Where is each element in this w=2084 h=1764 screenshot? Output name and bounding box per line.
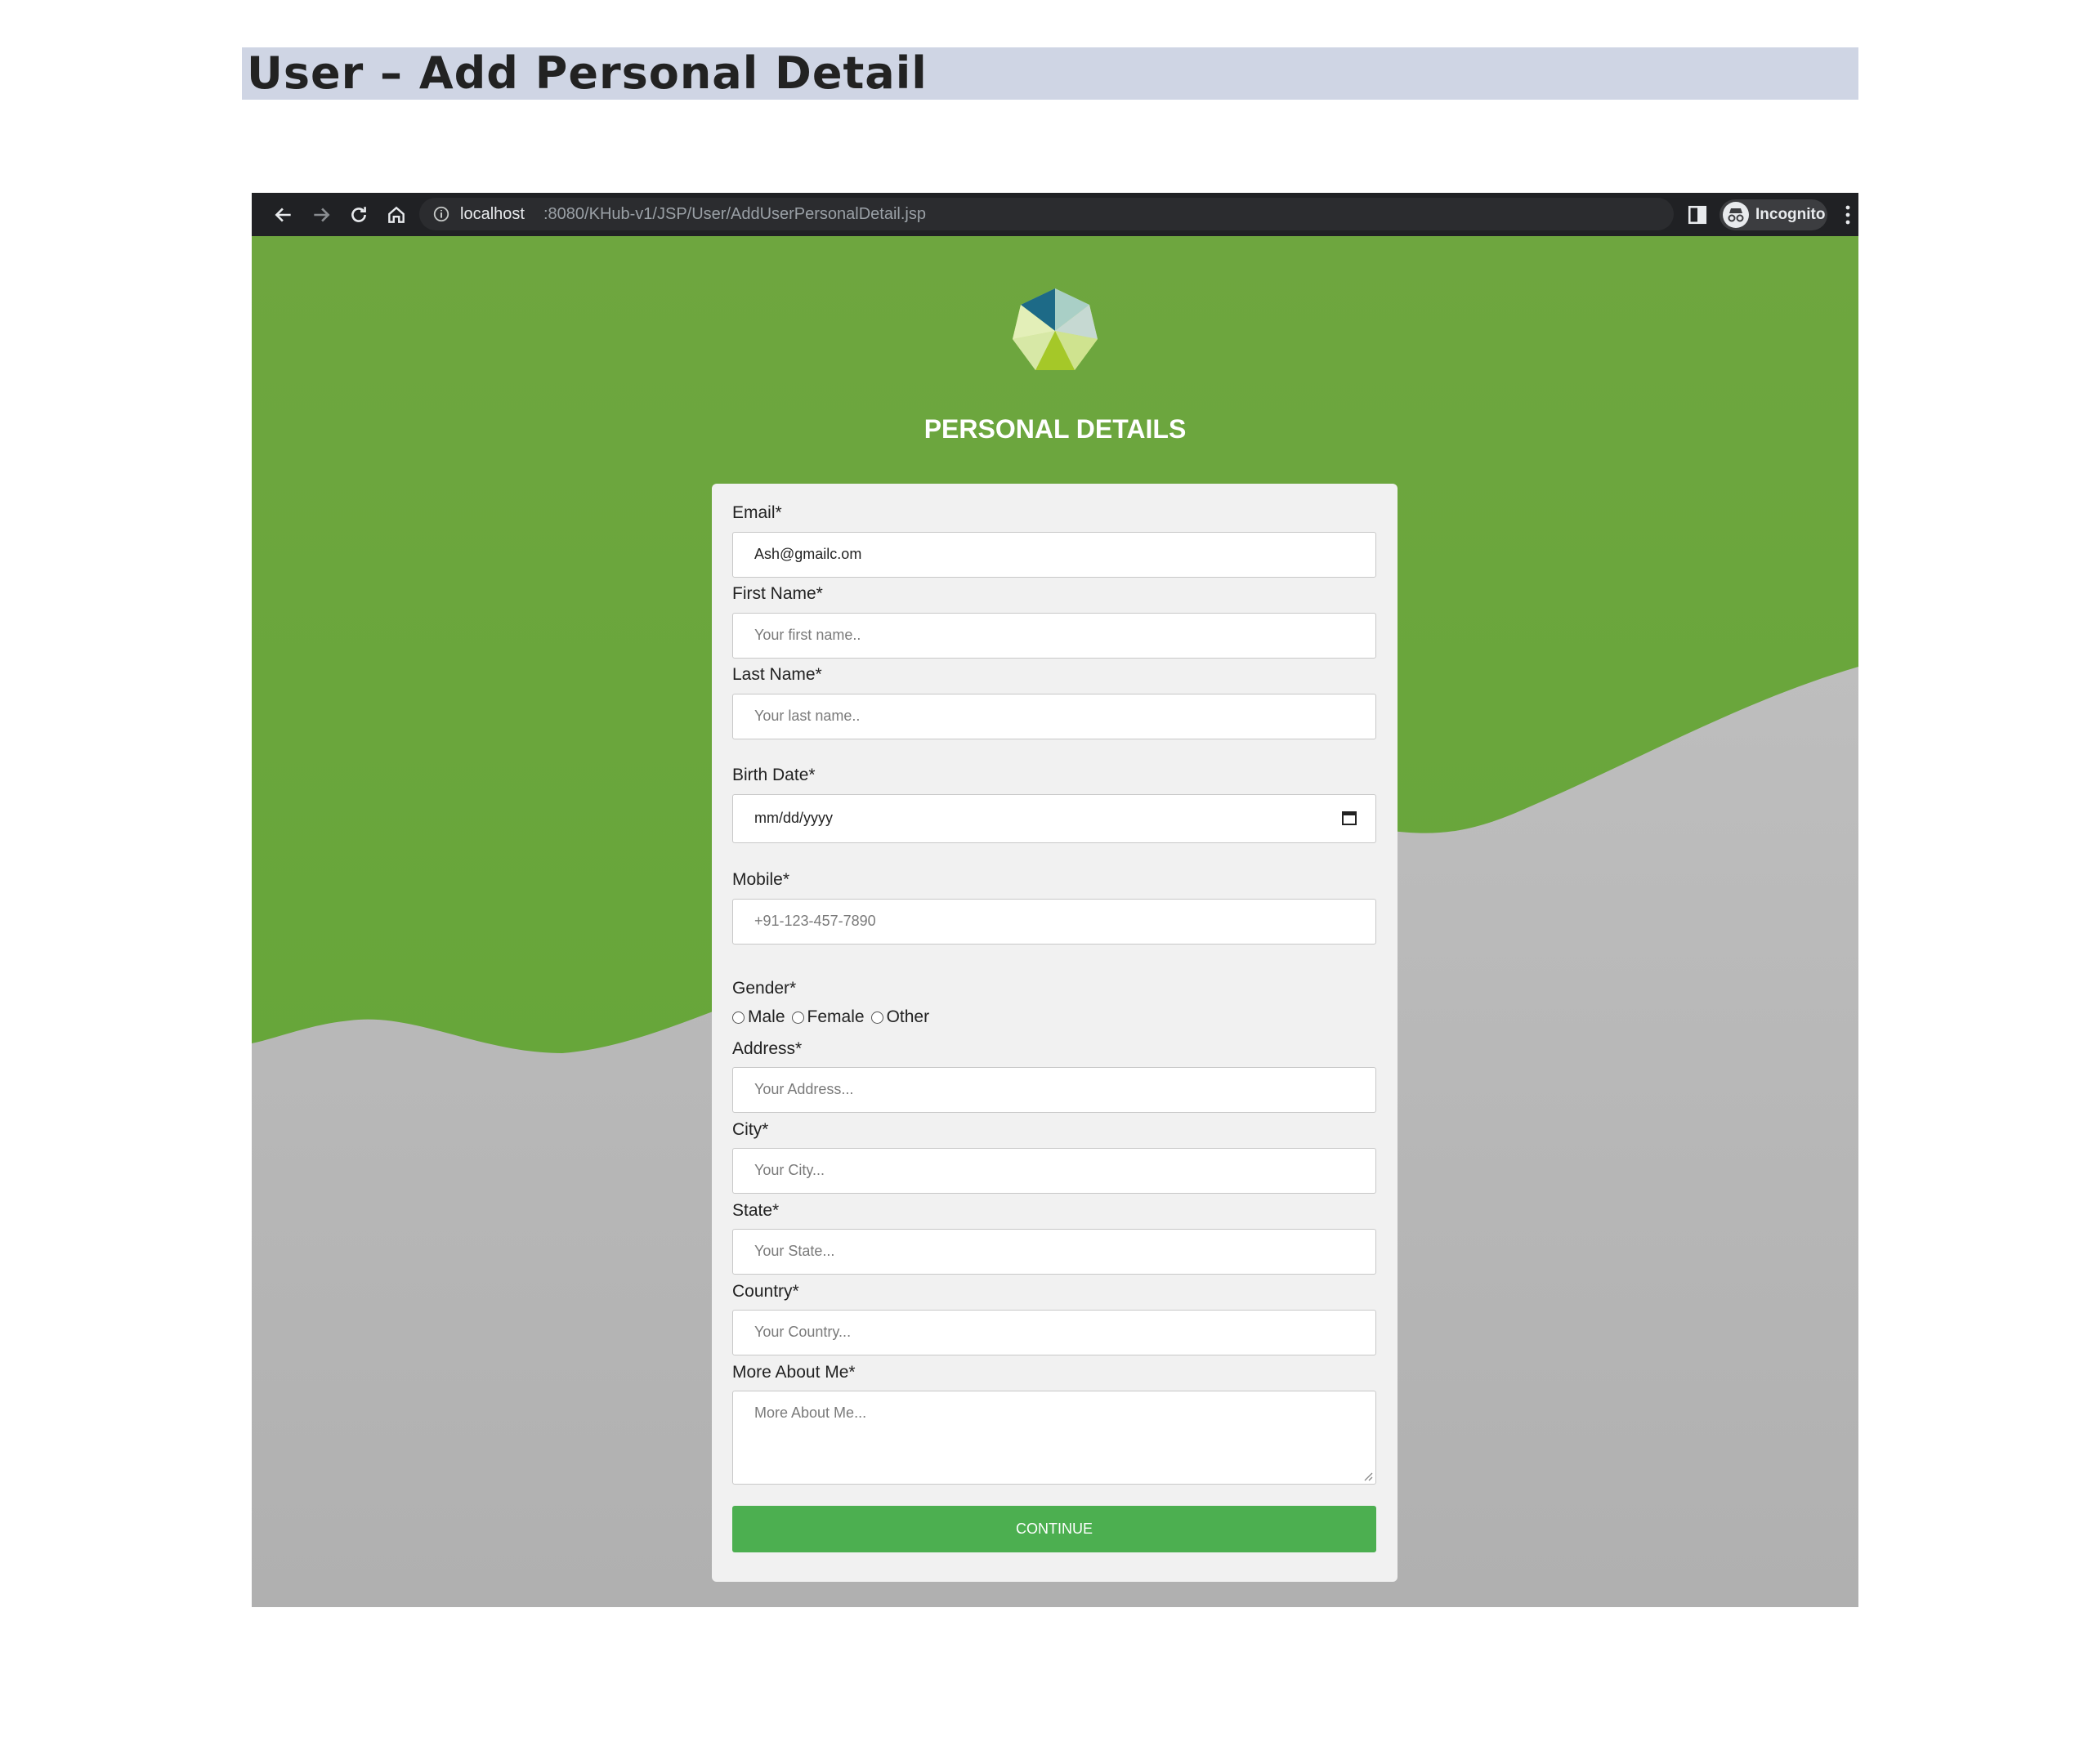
- first-name-label: First Name*: [732, 584, 823, 603]
- address-placeholder: Your Address...: [754, 1081, 854, 1097]
- gender-option-male[interactable]: Male: [732, 1007, 785, 1027]
- state-label: State*: [732, 1201, 780, 1220]
- gender-male-label: Male: [748, 1007, 785, 1026]
- calendar-icon[interactable]: [1341, 810, 1357, 826]
- about-placeholder: More About Me...: [754, 1405, 867, 1421]
- gender-label: Gender*: [732, 979, 797, 998]
- email-field[interactable]: Ash@gmailc.om: [732, 532, 1376, 578]
- home-icon[interactable]: [381, 199, 412, 230]
- about-textarea[interactable]: More About Me...: [732, 1391, 1376, 1485]
- birth-date-placeholder: mm/dd/yyyy: [754, 810, 834, 826]
- browser-toolbar: localhost :8080/KHub-v1/JSP/User/AddUser…: [252, 193, 1858, 236]
- forward-icon[interactable]: [306, 199, 337, 230]
- radio-female[interactable]: [791, 1011, 804, 1024]
- mobile-label: Mobile*: [732, 870, 790, 889]
- continue-button[interactable]: CONTINUE: [732, 1506, 1376, 1552]
- mobile-field[interactable]: +91-123-457-7890: [732, 899, 1376, 945]
- radio-other[interactable]: [870, 1011, 883, 1024]
- last-name-label: Last Name*: [732, 665, 822, 684]
- page-viewport: PERSONAL DETAILS Email* Ash@gmailc.om Fi…: [252, 236, 1858, 1607]
- birth-date-label: Birth Date*: [732, 766, 816, 784]
- url-path: :8080/KHub-v1/JSP/User/AddUserPersonalDe…: [543, 205, 926, 223]
- about-label: More About Me*: [732, 1363, 856, 1382]
- personal-details-form: Email* Ash@gmailc.om First Name* Your fi…: [712, 484, 1398, 1582]
- address-bar[interactable]: localhost :8080/KHub-v1/JSP/User/AddUser…: [419, 198, 1826, 230]
- incognito-icon: [1723, 202, 1749, 228]
- side-panel-icon[interactable]: [1687, 204, 1708, 226]
- mobile-placeholder: +91-123-457-7890: [754, 913, 876, 929]
- document-heading: User – Add Personal Detail: [242, 47, 1858, 100]
- city-placeholder: Your City...: [754, 1162, 825, 1178]
- info-icon[interactable]: [432, 205, 450, 223]
- back-icon[interactable]: [268, 199, 299, 230]
- logo-icon: [1013, 288, 1098, 370]
- page-title: PERSONAL DETAILS: [923, 414, 1187, 444]
- email-label: Email*: [732, 503, 782, 522]
- first-name-field[interactable]: Your first name..: [732, 613, 1376, 659]
- email-value: Ash@gmailc.om: [754, 546, 862, 562]
- radio-male[interactable]: [732, 1011, 745, 1024]
- state-placeholder: Your State...: [754, 1243, 835, 1259]
- gender-other-label: Other: [886, 1007, 930, 1026]
- incognito-label: Incognito: [1755, 206, 1826, 223]
- state-field[interactable]: Your State...: [732, 1229, 1376, 1275]
- reload-icon[interactable]: [343, 199, 374, 230]
- resize-handle-icon[interactable]: [1362, 1470, 1373, 1481]
- gender-radio-group: Male Female Other: [732, 1007, 936, 1028]
- birth-date-field[interactable]: mm/dd/yyyy: [732, 794, 1376, 843]
- address-label: Address*: [732, 1039, 803, 1058]
- menu-icon[interactable]: [1844, 204, 1852, 226]
- country-field[interactable]: Your Country...: [732, 1310, 1376, 1355]
- gender-option-female[interactable]: Female: [791, 1007, 865, 1027]
- first-name-placeholder: Your first name..: [754, 627, 861, 643]
- incognito-indicator[interactable]: Incognito: [1720, 199, 1827, 230]
- city-field[interactable]: Your City...: [732, 1148, 1376, 1194]
- url-host: localhost: [460, 205, 525, 223]
- country-placeholder: Your Country...: [754, 1324, 852, 1340]
- last-name-field[interactable]: Your last name..: [732, 694, 1376, 739]
- last-name-placeholder: Your last name..: [754, 708, 861, 724]
- address-field[interactable]: Your Address...: [732, 1067, 1376, 1113]
- gender-female-label: Female: [807, 1007, 865, 1026]
- gender-option-other[interactable]: Other: [870, 1007, 930, 1027]
- country-label: Country*: [732, 1282, 799, 1301]
- city-label: City*: [732, 1120, 769, 1139]
- browser-screenshot: localhost :8080/KHub-v1/JSP/User/AddUser…: [252, 193, 1858, 1607]
